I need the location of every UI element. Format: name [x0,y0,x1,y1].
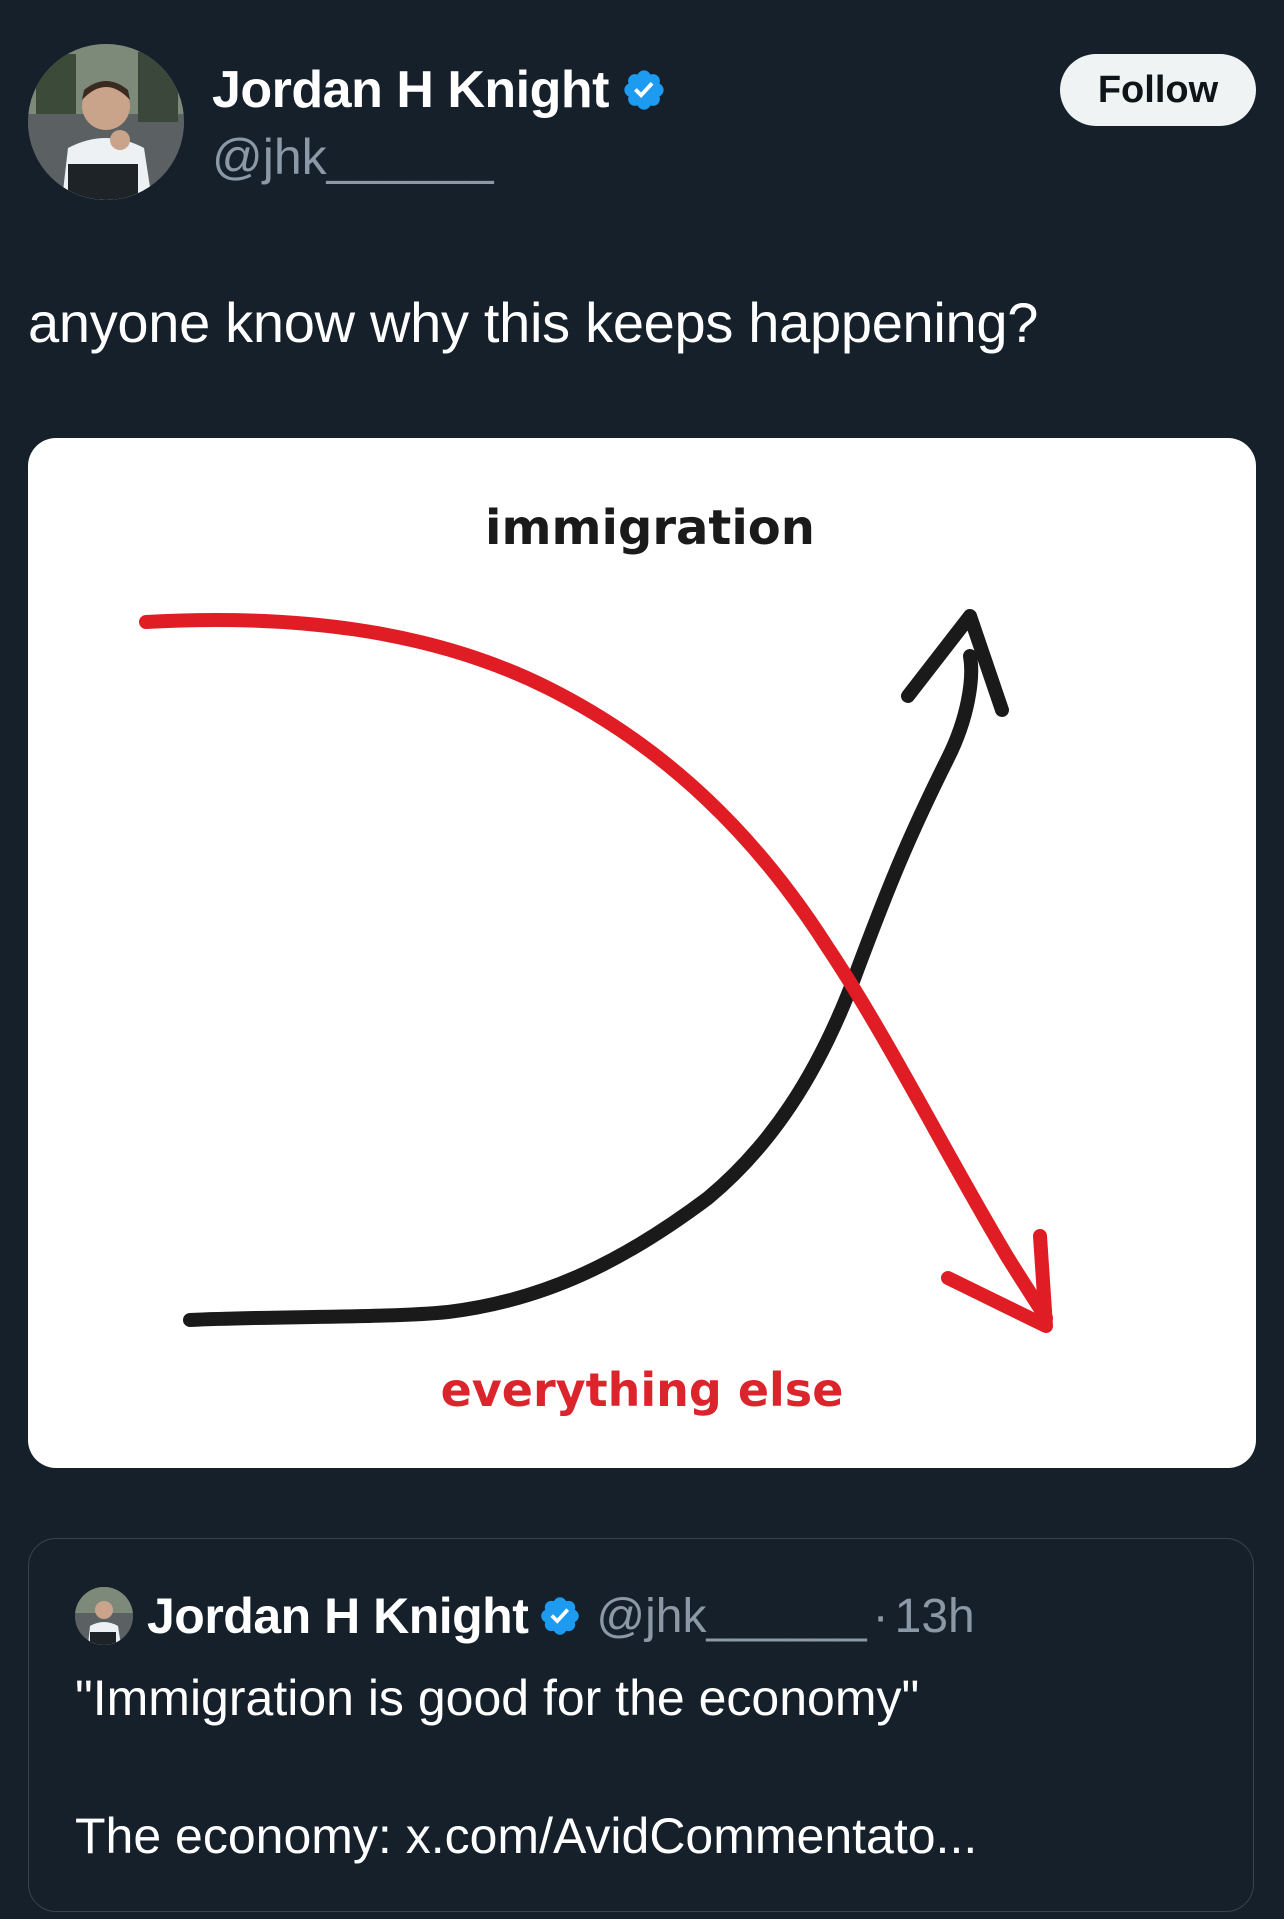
quoted-author-name[interactable]: Jordan H Knight [147,1587,529,1645]
author-avatar[interactable] [28,44,184,200]
verified-badge-icon [624,70,664,110]
tweet-header: Jordan H Knight @jhk______ Follow [28,44,1256,200]
quoted-author-avatar[interactable] [75,1587,133,1645]
author-name-row: Jordan H Knight [212,58,667,122]
tweet-image[interactable]: immigration everything else [28,438,1256,1468]
quoted-text-line2: The economy: x.com/AvidCommentato... [75,1808,978,1864]
quoted-avatar-photo [75,1587,133,1645]
quoted-verified-badge-icon [541,1597,580,1635]
immigration-arrowhead [901,609,1009,717]
everything-else-label: everything else [441,1363,844,1417]
quoted-text-line1: "Immigration is good for the economy" [75,1670,920,1726]
quoted-separator: · [872,1589,889,1643]
author-display-name[interactable]: Jordan H Knight [212,60,609,120]
quoted-author-handle[interactable]: @jhk______ [596,1589,866,1644]
author-handle[interactable]: @jhk______ [212,128,494,186]
immigration-label: immigration [485,500,815,556]
quoted-tweet-header: Jordan H Knight @jhk______ · 13h [147,1583,975,1649]
quoted-tweet[interactable]: Jordan H Knight @jhk______ · 13h "Immigr… [28,1538,1254,1912]
quoted-timestamp[interactable]: 13h [895,1589,975,1644]
tweet-text: anyone know why this keeps happening? [28,291,1039,354]
everything-else-line [139,612,1053,1325]
avatar-photo [28,44,184,200]
meme-chart: immigration everything else [139,500,1053,1417]
follow-button[interactable]: Follow [1060,54,1256,126]
